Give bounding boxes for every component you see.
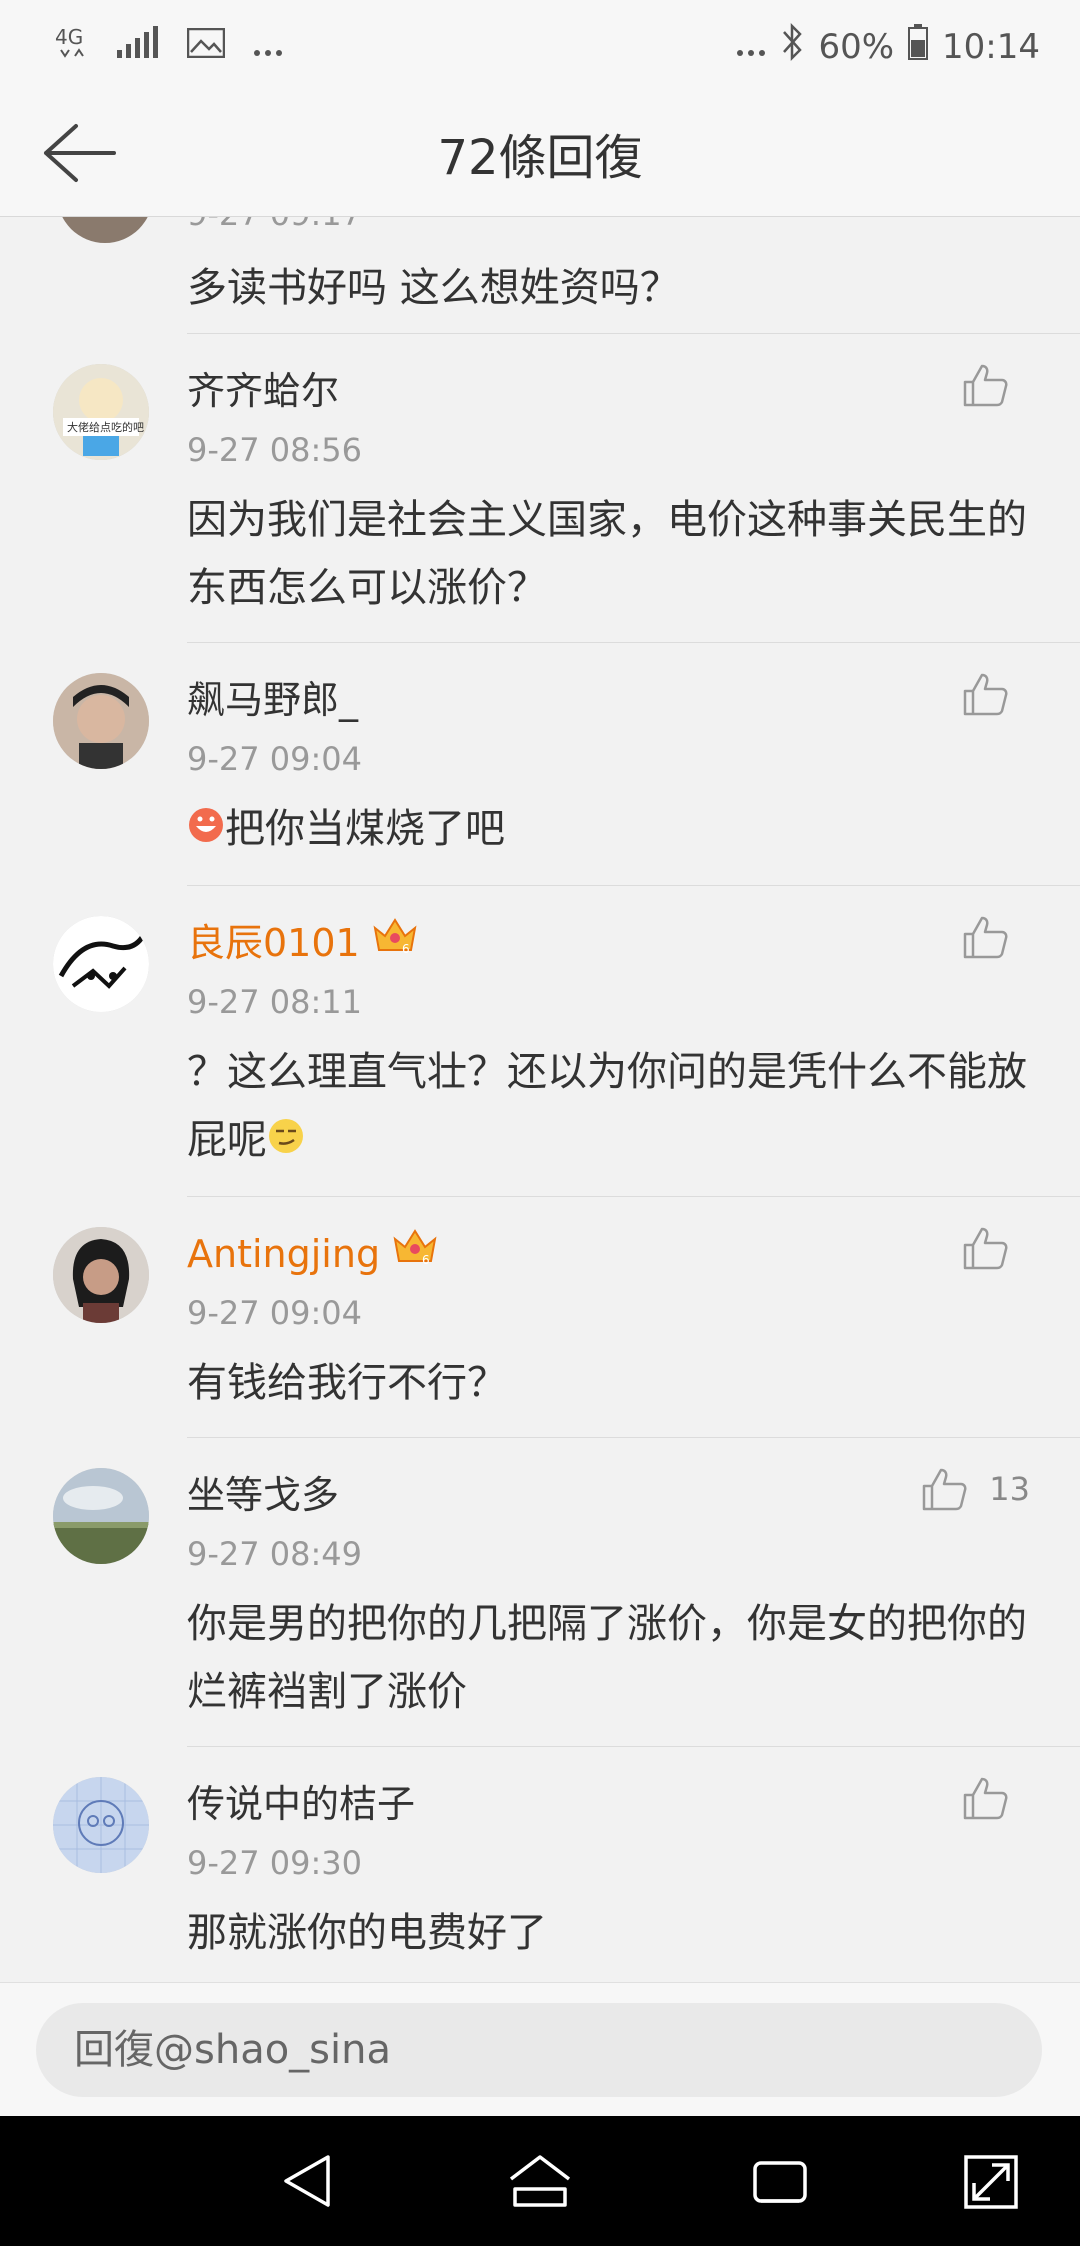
nav-home-icon [509,2155,571,2207]
laughing-emoji-icon [187,797,225,865]
svg-text:6: 6 [422,1253,430,1267]
comment-text: 你是男的把你的几把隔了涨价，你是女的把你的烂裤裆割了涨价 [187,1601,1027,1715]
comment-time: 9-27 09:17 [187,217,362,233]
comment-text: 把你当煤烧了吧 [225,806,505,852]
avatar[interactable] [53,673,149,769]
nav-back-icon [284,2155,330,2207]
thumbs-up-icon [963,364,1008,407]
username-text: 良辰0101 [187,921,360,965]
like-button[interactable] [962,1775,1030,1821]
comment-text: 因为我们是社会主义国家，电价这种事关民生的东西怎么可以涨价？ [187,497,1027,611]
svg-text:4G: 4G [55,25,83,49]
comment-list[interactable]: 9-27 09:17 多读书好吗 这么想姓资吗？ 大佬给点吃的吧 齐齐蛤尔 9-… [0,217,1080,1982]
comment-text: ？这么理直气壮？还以为你问的是凭什么不能放屁呢 [187,1049,1027,1163]
more-dots-icon [253,27,283,67]
avatar[interactable] [53,1468,149,1564]
username[interactable]: 飙马野郎_ [187,643,1080,727]
like-button[interactable] [962,671,1030,717]
like-button[interactable] [962,914,1030,960]
comment-body: ？这么理直气壮？还以为你问的是凭什么不能放屁呢 [187,1038,1080,1176]
header: 72條回復 [0,90,1080,217]
username[interactable]: Antingjing 6 [187,1197,1080,1281]
reply-bar: 回復@shao_sina [0,1982,1080,2117]
vip-crown-icon: 6 [392,1227,438,1281]
thumbs-up-icon [963,916,1008,959]
expand-icon [964,2155,1018,2209]
list-item[interactable]: 大佬给点吃的吧 齐齐蛤尔 9-27 08:56 因为我们是社会主义国家，电价这种… [53,334,1080,643]
comment-time: 9-27 09:30 [187,1844,363,1882]
list-item[interactable]: 坐等戈多 9-27 08:49 你是男的把你的几把隔了涨价，你是女的把你的烂裤裆… [53,1438,1080,1747]
bluetooth-icon [780,22,804,71]
like-button[interactable] [962,1225,1030,1271]
nav-expand-button[interactable] [956,2149,1026,2213]
comment-text: 那就涨你的电费好了 [187,1910,547,1956]
vip-crown-icon: 6 [372,916,418,970]
thumbs-up-icon [963,1227,1008,1270]
username-text: Antingjing [187,1232,381,1276]
nav-home-button[interactable] [505,2149,575,2213]
avatar[interactable]: 大佬给点吃的吧 [53,364,149,460]
navigation-bar [0,2116,1080,2246]
4g-icon: 4G [55,22,89,71]
like-button[interactable]: 13 [921,1466,1030,1512]
battery-icon [908,24,929,69]
list-item[interactable]: 良辰0101 6 9-27 08:11 ？这么理直气壮？还以为你问的是凭什么不能… [53,886,1080,1197]
list-item[interactable]: 9-27 09:17 多读书好吗 这么想姓资吗？ [57,217,1080,334]
list-item[interactable]: Antingjing 6 9-27 09:04 有钱给我行不行？ [53,1197,1080,1438]
username[interactable]: 良辰0101 6 [187,886,1080,970]
list-item[interactable]: 传说中的桔子 9-27 09:30 那就涨你的电费好了 [53,1747,1080,1982]
like-count: 13 [989,1470,1030,1508]
comment-time: 9-27 08:56 [187,431,363,469]
signal-icon [117,26,159,67]
thumbs-up-icon [923,1468,967,1511]
comment-time: 9-27 09:04 [187,1294,363,1332]
thumbs-up-icon [963,1777,1008,1820]
thumbs-up-icon [963,673,1008,716]
svg-text:6: 6 [402,942,410,956]
comment-text: 多读书好吗 这么想姓资吗？ [187,265,680,311]
avatar[interactable] [53,1227,149,1323]
like-button[interactable] [962,362,1030,408]
page-title: 72條回復 [437,130,643,186]
avatar[interactable] [57,217,153,243]
avatar[interactable] [53,1777,149,1873]
image-icon [186,27,226,67]
smirk-emoji-icon [267,1108,305,1176]
nav-recents-icon [753,2161,807,2203]
nav-recents-button[interactable] [745,2149,815,2213]
more-dots-icon [736,27,766,67]
reply-input[interactable]: 回復@shao_sina [36,2003,1042,2097]
svg-text:大佬给点吃的吧: 大佬给点吃的吧 [67,420,144,434]
list-item[interactable]: 飙马野郎_ 9-27 09:04 把你当煤烧了吧 [53,643,1080,886]
comment-time: 9-27 09:04 [187,740,363,778]
comment-text: 有钱给我行不行？ [187,1360,507,1406]
status-bar: 4G 60% 10:14 [0,0,1080,90]
clock: 10:14 [942,26,1040,67]
nav-back-button[interactable] [274,2149,344,2213]
username[interactable]: 传说中的桔子 [187,1747,1080,1831]
comment-body: 把你当煤烧了吧 [187,795,1080,865]
avatar[interactable] [53,916,149,1012]
username[interactable]: 齐齐蛤尔 [187,334,1080,418]
comment-time: 9-27 08:11 [187,983,363,1021]
battery-percent: 60% [818,26,895,67]
comment-time: 9-27 08:49 [187,1535,363,1573]
